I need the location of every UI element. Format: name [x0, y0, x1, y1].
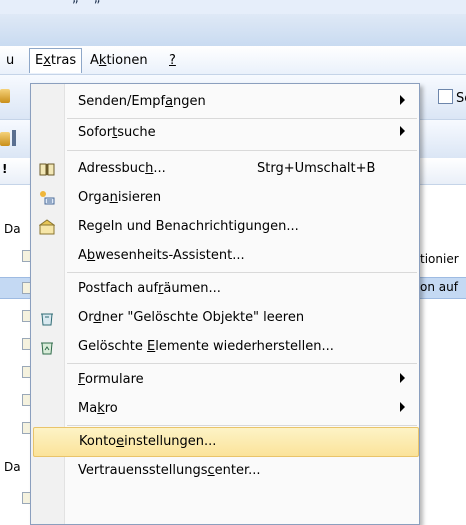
menu-item-label: Sofortsuche: [78, 125, 156, 140]
window-title-area: „ “ „ “: [0, 0, 466, 46]
menu-separator: [67, 272, 417, 273]
menu-item-elemente-wiederherstellen[interactable]: Gelöschte Elemente wiederherstellen...: [33, 333, 417, 361]
menu-item-organisieren[interactable]: Organisieren: [33, 184, 417, 212]
menu-item-label: Senden/Empfangen: [78, 94, 206, 109]
submenu-arrow-icon: [400, 126, 405, 136]
menu-item-adressbuch[interactable]: Adressbuch... Strg+Umschalt+B: [33, 155, 417, 183]
list-row-text-1: tionier: [420, 252, 459, 266]
menu-bar: u Extras Aktionen ?: [0, 46, 466, 75]
menu-item-label: Abwesenheits-Assistent...: [78, 248, 245, 263]
menu-separator: [67, 150, 417, 151]
menu-extras[interactable]: Extras: [29, 48, 83, 73]
window-title-fragment: „ “ „ “: [72, 0, 111, 6]
menu-item-shortcut: Strg+Umschalt+B: [257, 161, 376, 176]
menu-item-ordner-leeren[interactable]: Ordner "Gelöschte Objekte" leeren: [33, 304, 417, 332]
menu-u[interactable]: u: [0, 51, 20, 71]
menu-item-regeln[interactable]: Regeln und Benachrichtigungen...: [33, 213, 417, 241]
group-label-1: Da: [4, 222, 21, 236]
menu-item-label: Ordner "Gelöschte Objekte" leeren: [78, 310, 305, 325]
menu-aktionen[interactable]: Aktionen: [84, 51, 154, 71]
menu-item-kontoeinstellungen[interactable]: Kontoeinstellungen...: [33, 427, 419, 457]
send-label-fragment: Sen: [456, 91, 466, 106]
list-row-text-2: on auf: [420, 280, 458, 294]
submenu-arrow-icon: [400, 95, 405, 105]
menu-item-label: Organisieren: [78, 190, 162, 205]
toolbar2-separator: [12, 130, 16, 146]
submenu-arrow-icon: [400, 402, 405, 412]
importance-column-header[interactable]: !: [2, 162, 7, 176]
menu-item-formulare[interactable]: Formulare: [33, 366, 417, 394]
menu-item-vertrauensstellungscenter[interactable]: Vertrauensstellungscenter...: [33, 457, 417, 485]
menu-item-label: Vertrauensstellungscenter...: [78, 463, 261, 478]
menu-item-senden-empfangen[interactable]: Senden/Empfangen: [33, 88, 417, 116]
submenu-arrow-icon: [400, 373, 405, 383]
menu-item-makro[interactable]: Makro: [33, 395, 417, 423]
send-receive-toolbar-button[interactable]: Sen: [438, 89, 466, 106]
menu-item-label: Gelöschte Elemente wiederherstellen...: [78, 339, 334, 354]
menu-help[interactable]: ?: [163, 51, 182, 71]
menu-item-label: Makro: [78, 401, 118, 416]
menu-item-postfach-aufraeumen[interactable]: Postfach aufräumen...: [33, 275, 417, 303]
menu-item-label: Kontoeinstellungen...: [79, 434, 217, 449]
menu-item-sofortsuche[interactable]: Sofortsuche: [33, 119, 417, 147]
address-book-icon: [39, 161, 55, 177]
menu-item-label: Regeln und Benachrichtigungen...: [78, 219, 299, 234]
menu-item-label: Postfach aufräumen...: [78, 281, 221, 296]
extras-dropdown-menu: Senden/Empfangen Sofortsuche Adressbuch.…: [30, 83, 420, 525]
restore-deleted-icon: [39, 339, 55, 355]
empty-trash-icon: [39, 310, 55, 326]
organize-icon: [39, 190, 55, 206]
menu-item-abwesenheits-assistent[interactable]: Abwesenheits-Assistent...: [33, 242, 417, 270]
menu-item-label: Formulare: [78, 372, 144, 387]
rules-icon: [38, 219, 56, 235]
menu-separator: [67, 425, 417, 426]
toolbar2-partial-icon[interactable]: [0, 132, 10, 146]
menu-separator: [67, 363, 417, 364]
send-receive-icon: [438, 89, 453, 104]
title-band: [0, 14, 466, 46]
menu-item-label: Adressbuch...: [78, 161, 166, 176]
group-label-2: Da: [4, 460, 21, 474]
toolbar-partial-icon[interactable]: [0, 89, 10, 103]
